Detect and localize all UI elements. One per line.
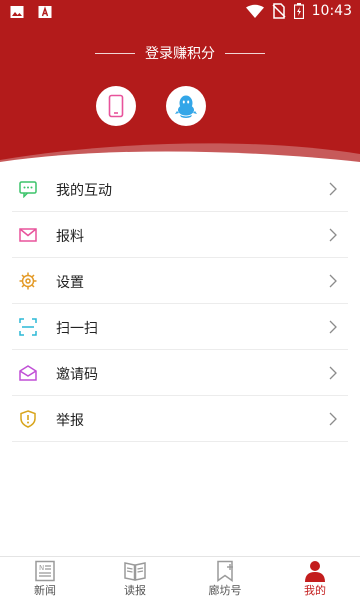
phone-icon	[108, 94, 124, 118]
chevron-right-icon	[329, 412, 337, 426]
menu-item-label: 举报	[56, 413, 84, 429]
chevron-right-icon	[329, 320, 337, 334]
menu-item-settings[interactable]: 设置	[0, 258, 360, 304]
scan-icon	[19, 318, 37, 336]
menu-item-report[interactable]: 举报	[0, 396, 360, 442]
no-sim-icon	[272, 3, 286, 19]
qq-login-button[interactable]	[166, 86, 206, 126]
nav-label: 我的	[304, 584, 326, 597]
newspaper-icon: N	[35, 560, 55, 582]
menu-item-label: 扫一扫	[56, 321, 98, 337]
profile-menu: 我的互动 报料 设置 扫一扫 邀请码 举报	[0, 166, 360, 442]
nav-tab-langfang-account[interactable]: 廊坊号	[180, 557, 270, 600]
open-book-icon	[124, 562, 146, 581]
nav-label: 新闻	[34, 584, 56, 597]
menu-item-label: 我的互动	[56, 183, 112, 199]
menu-item-interactions[interactable]: 我的互动	[0, 166, 360, 212]
status-bar: 10:43	[0, 0, 360, 26]
status-time: 10:43	[311, 3, 352, 19]
nav-tab-read-paper[interactable]: 读报	[90, 557, 180, 600]
chevron-right-icon	[329, 366, 337, 380]
chevron-right-icon	[329, 274, 337, 288]
gear-icon	[19, 272, 37, 290]
user-icon	[305, 561, 325, 582]
title-line-right	[225, 52, 265, 54]
qq-penguin-icon	[175, 95, 197, 118]
login-title-row: 登录赚积分	[0, 42, 360, 64]
divider	[12, 441, 348, 442]
menu-item-label: 设置	[56, 275, 84, 291]
nav-label: 廊坊号	[208, 584, 242, 597]
chevron-right-icon	[329, 228, 337, 242]
nav-tab-mine[interactable]: 我的	[270, 557, 360, 600]
chevron-right-icon	[329, 182, 337, 196]
menu-item-invite-code[interactable]: 邀请码	[0, 350, 360, 396]
phone-login-button[interactable]	[96, 86, 136, 126]
menu-item-scan[interactable]: 扫一扫	[0, 304, 360, 350]
invite-envelope-icon	[19, 365, 37, 381]
image-icon	[10, 6, 24, 18]
menu-item-label: 报料	[56, 229, 84, 245]
bottom-nav: N 新闻 读报 廊坊号 我的	[0, 556, 360, 600]
chat-bubble-icon	[19, 181, 37, 198]
nav-label: 读报	[124, 584, 146, 597]
svg-text:N: N	[39, 564, 44, 572]
text-box-icon	[38, 6, 52, 18]
menu-item-tipoff[interactable]: 报料	[0, 212, 360, 258]
shield-alert-icon	[20, 410, 36, 428]
title-line-left	[95, 52, 135, 54]
profile-header: 10:43 登录赚积分	[0, 0, 360, 168]
envelope-icon	[19, 228, 37, 242]
login-title[interactable]: 登录赚积分	[145, 43, 215, 63]
menu-item-label: 邀请码	[56, 367, 98, 383]
bookmark-plus-icon	[217, 560, 233, 582]
wifi-icon	[245, 4, 264, 18]
nav-tab-news[interactable]: N 新闻	[0, 557, 90, 600]
battery-charging-icon	[293, 3, 304, 19]
